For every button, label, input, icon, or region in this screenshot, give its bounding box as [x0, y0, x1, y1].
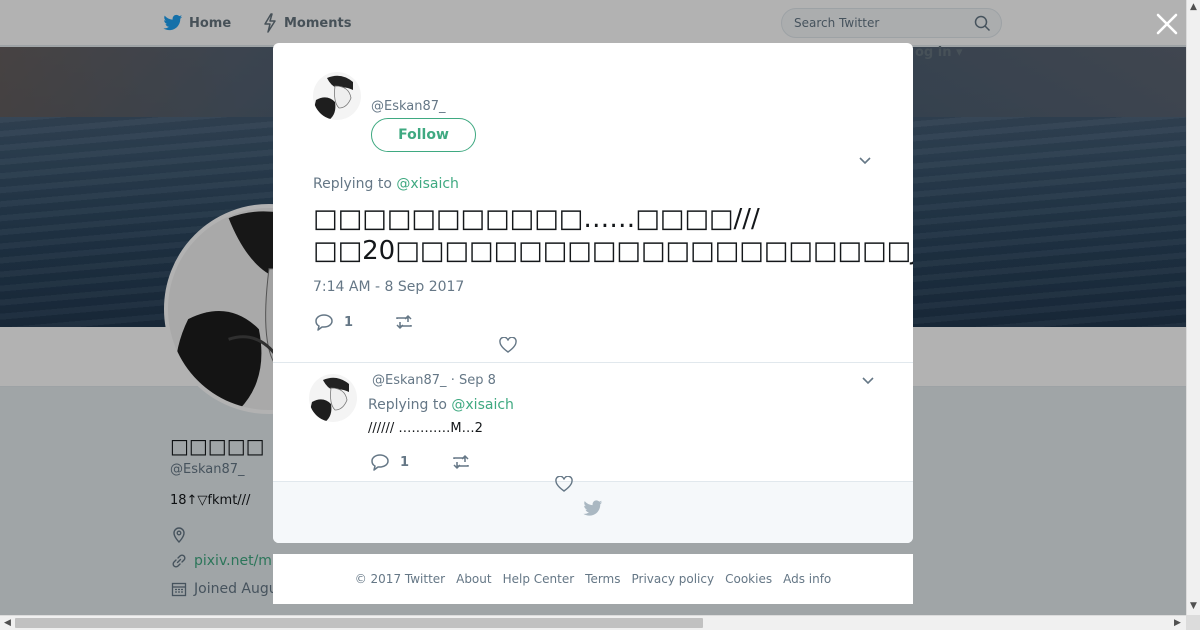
vertical-scrollbar[interactable]: ▲ ▼: [1186, 0, 1200, 615]
reply-author-handle[interactable]: @Eskan87_: [372, 373, 447, 388]
retweet-button[interactable]: [451, 453, 471, 471]
follow-button[interactable]: Follow: [371, 118, 476, 152]
footer-help[interactable]: Help Center: [503, 572, 575, 586]
like-button[interactable]: [499, 337, 517, 354]
like-button[interactable]: [555, 476, 573, 493]
reply-button[interactable]: 1: [314, 313, 353, 331]
chevron-down-icon[interactable]: [858, 154, 872, 168]
footer-cookies[interactable]: Cookies: [725, 572, 772, 586]
heart-icon: [555, 476, 573, 492]
tweet-modal: @Eskan87_ Follow Replying to @xisaich □□…: [273, 43, 913, 543]
reply-count: 1: [400, 454, 410, 470]
horizontal-scroll-thumb[interactable]: [15, 618, 703, 628]
scroll-left-arrow[interactable]: ◀: [4, 618, 11, 628]
tweet-timestamp[interactable]: 7:14 AM - 8 Sep 2017: [313, 279, 464, 295]
tweet-text: □□□□□□□□□□□……□□□□/// □□20□□□□□□□□□□□□□□□…: [313, 203, 913, 267]
reply-button[interactable]: 1: [370, 453, 409, 471]
footer-terms[interactable]: Terms: [585, 572, 620, 586]
horizontal-scrollbar[interactable]: ◀ ▶: [0, 615, 1186, 630]
scroll-down-arrow[interactable]: ▼: [1190, 601, 1197, 611]
footer-copyright: © 2017 Twitter: [354, 572, 446, 586]
reply-icon: [371, 454, 389, 471]
scroll-right-arrow[interactable]: ▶: [1174, 618, 1181, 628]
tweet-divider: [273, 362, 913, 363]
retweet-icon: [453, 454, 469, 470]
replying-to-link[interactable]: @xisaich: [396, 176, 459, 192]
tweet-author-avatar[interactable]: [313, 72, 361, 120]
reply-author-avatar[interactable]: [309, 374, 357, 422]
reply-date[interactable]: · Sep 8: [451, 373, 496, 388]
reply-replying-prefix: Replying to: [368, 397, 447, 413]
twitter-bird-icon: [583, 500, 603, 516]
modal-footer: [273, 481, 913, 543]
tweet-author-handle[interactable]: @Eskan87_: [371, 99, 446, 114]
retweet-button[interactable]: [394, 313, 414, 331]
reply-icon: [315, 314, 333, 331]
reply-text: ////// …………M…2: [368, 421, 483, 436]
scrollbar-corner: [1186, 615, 1200, 630]
footer-privacy[interactable]: Privacy policy: [632, 572, 715, 586]
chevron-down-icon[interactable]: [861, 374, 875, 388]
close-icon[interactable]: [1155, 12, 1179, 36]
tweet-text-line-2: □□20□□□□□□□□□□□□□□□□□□□□□JK□□□□□□□□□□□□□…: [313, 236, 913, 266]
heart-icon: [499, 337, 517, 353]
replying-prefix: Replying to: [313, 176, 392, 192]
retweet-icon: [396, 314, 412, 330]
replying-to: Replying to @xisaich: [313, 176, 459, 192]
site-footer: © 2017 Twitter About Help Center Terms P…: [273, 554, 913, 604]
scroll-up-arrow[interactable]: ▲: [1190, 2, 1197, 12]
reply-count: 1: [344, 314, 354, 330]
avatar-illustration: [309, 374, 357, 422]
footer-about[interactable]: About: [456, 572, 491, 586]
reply-replying-to: Replying to @xisaich: [368, 397, 514, 413]
avatar-illustration: [313, 72, 361, 120]
footer-ads[interactable]: Ads info: [783, 572, 831, 586]
reply-header: @Eskan87_ · Sep 8: [372, 373, 496, 388]
reply-replying-to-link[interactable]: @xisaich: [451, 397, 514, 413]
tweet-text-line-1: □□□□□□□□□□□……□□□□///: [313, 204, 760, 234]
